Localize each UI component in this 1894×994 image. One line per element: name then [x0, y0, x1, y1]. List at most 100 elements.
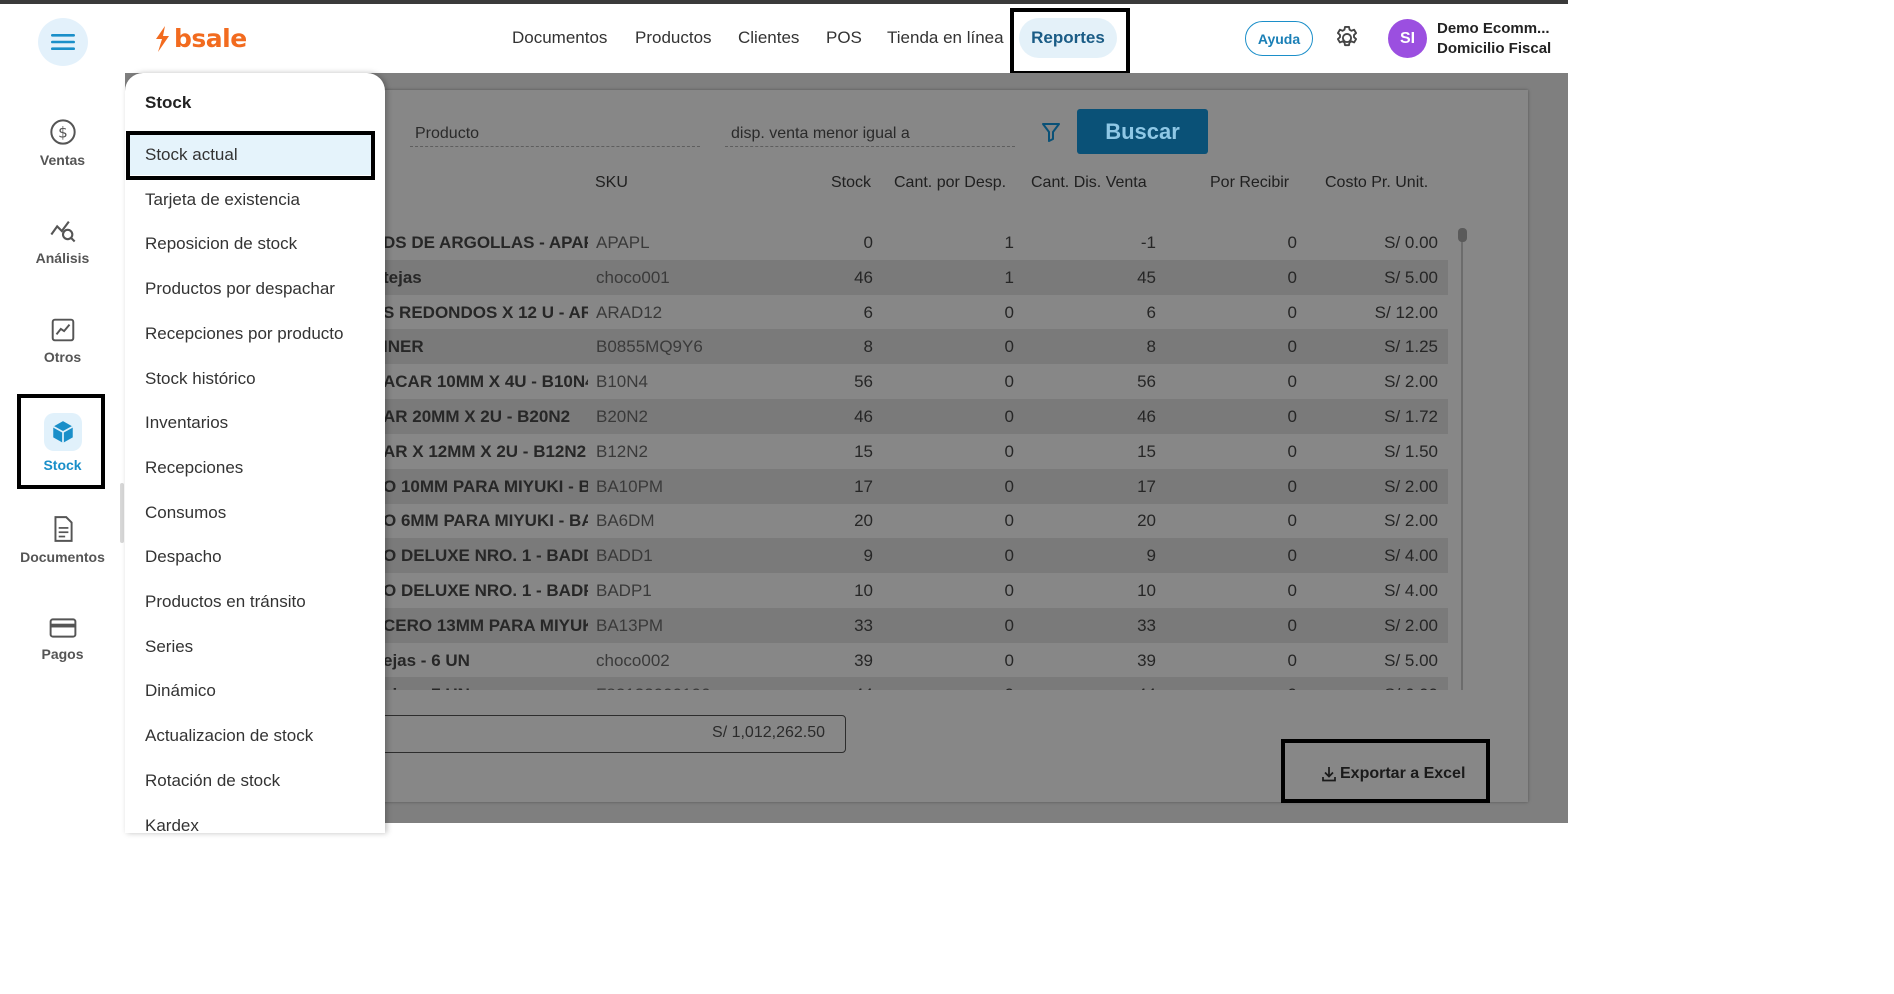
dropdown-item[interactable]: Stock histórico [145, 369, 256, 389]
table-row[interactable]: O DELUXE NRO. 1 - BADD1 BADD1 9 0 9 0 S/ 4.00 [385, 538, 1448, 574]
table-row[interactable]: AR X 12MM X 2U - B12N2 B12N2 15 0 15 0 S/ 1.50 [385, 434, 1448, 469]
table-scrollbar-track[interactable] [1461, 240, 1463, 690]
cell-stock: 8 [863, 337, 873, 357]
cell-product-name: O 10MM PARA MIYUKI - BA [385, 476, 588, 496]
cell-costo: S/ 5.00 [1384, 650, 1438, 670]
table-scrollbar-thumb[interactable] [1458, 228, 1467, 242]
hamburger-menu-button[interactable] [38, 18, 88, 66]
cell-cant-dis-venta: 46 [1137, 407, 1156, 426]
cell-cant-dis-venta: 39 [1137, 650, 1156, 670]
filter-icon[interactable] [1042, 122, 1060, 142]
table-row[interactable]: ejas - 6 UN choco002 39 0 39 0 S/ 5.00 [385, 643, 1448, 678]
nav-documentos[interactable]: Documentos [512, 28, 607, 48]
sidebar-item-pagos[interactable]: Pagos [0, 616, 125, 662]
table-row[interactable]: O DELUXE NRO. 1 - BADP1 BADP1 10 0 10 0 S/ 4.0… [385, 573, 1448, 608]
cell-por-recibir: 0 [1287, 511, 1297, 531]
top-navigation-bar: bsale Documentos Productos Clientes POS … [0, 4, 1568, 75]
disp-venta-filter-underline [725, 146, 1015, 147]
cell-cant-por-desp: 0 [1004, 650, 1014, 670]
column-header-cant-dis-venta[interactable]: Cant. Dis. Venta [1031, 174, 1147, 192]
cell-cant-por-desp: 0 [1004, 407, 1014, 426]
column-header-costo[interactable]: Costo Pr. Unit. [1325, 174, 1428, 192]
cell-sku: B20N2 [596, 407, 648, 426]
dropdown-item[interactable]: Series [145, 637, 193, 657]
dropdown-item[interactable]: Inventarios [145, 413, 228, 433]
column-header-cant-por-desp[interactable]: Cant. por Desp. [894, 174, 1006, 192]
table-row[interactable]: CERO 13MM PARA MIYUKI BA13PM 33 0 33 0 S/ 2.00 [385, 607, 1448, 643]
dropdown-item[interactable]: Tarjeta de existencia [145, 190, 300, 210]
sidebar-label-ventas: Ventas [39, 152, 86, 168]
cell-product-name: O 6MM PARA MIYUKI - BA6 [385, 511, 588, 531]
dropdown-item[interactable]: Actualizacion de stock [145, 726, 313, 746]
dropdown-item[interactable]: Dinámico [145, 681, 216, 701]
table-row[interactable]: ACAR 10MM X 4U - B10N4 B10N4 56 0 56 0 S/ 2.00 [385, 364, 1448, 399]
cell-cant-por-desp: 0 [1004, 546, 1014, 566]
dropdown-item[interactable]: Consumos [145, 503, 226, 523]
nav-pos[interactable]: POS [826, 28, 862, 48]
cell-cant-dis-venta: -1 [1140, 233, 1156, 252]
cell-cant-por-desp: 1 [1004, 267, 1014, 287]
producto-filter-input[interactable]: Producto [415, 125, 479, 143]
sidebar-item-documentos[interactable]: Documentos [0, 515, 125, 565]
cell-por-recibir: 0 [1287, 407, 1297, 426]
disp-venta-filter-input[interactable]: disp. venta menor igual a [731, 125, 910, 143]
bsale-logo[interactable]: bsale [152, 24, 247, 53]
column-header-por-recibir[interactable]: Por Recibir [1210, 174, 1289, 192]
column-header-stock[interactable]: Stock [831, 174, 871, 192]
dropdown-item[interactable]: Productos por despachar [145, 279, 335, 299]
cell-costo: S/ 4.00 [1384, 546, 1438, 566]
user-name[interactable]: Demo Ecomm... [1437, 20, 1550, 37]
dropdown-item[interactable]: Rotación de stock [145, 771, 280, 791]
column-header-sku[interactable]: SKU [595, 174, 628, 192]
cell-stock: 15 [854, 441, 873, 461]
cell-costo: S/ 0.00 [1384, 233, 1438, 252]
table-row[interactable]: O 10MM PARA MIYUKI - BA BA10PM 17 0 17 0 S/ 2.… [385, 468, 1448, 504]
dropdown-item[interactable]: Productos en tránsito [145, 592, 306, 612]
nav-clientes[interactable]: Clientes [738, 28, 799, 48]
total-value: S/ 1,012,262.50 [712, 724, 825, 741]
table-row[interactable]: ejas - 7 UN F82133000106 44 0 44 0 S/ 6.00 [385, 677, 1448, 690]
cell-stock: 46 [854, 267, 873, 287]
cell-cant-dis-venta: 15 [1137, 441, 1156, 461]
user-branch[interactable]: Domicilio Fiscal [1437, 40, 1551, 57]
bsale-logo-icon [156, 25, 169, 52]
sidebar-item-otros[interactable]: Otros [0, 317, 125, 365]
cell-por-recibir: 0 [1287, 267, 1297, 287]
dropdown-item[interactable]: Despacho [145, 547, 222, 567]
dropdown-item[interactable]: Recepciones por producto [145, 324, 343, 344]
table-row[interactable]: O 6MM PARA MIYUKI - BA6 BA6DM 20 0 20 0 S/ 2.0… [385, 503, 1448, 538]
sidebar-item-analisis[interactable]: Análisis [0, 218, 125, 266]
sidebar-label-pagos: Pagos [41, 646, 84, 662]
sidebar-label-analisis: Análisis [35, 250, 90, 266]
stock-dropdown-menu: Stock Stock actual Tarjeta de existencia R… [125, 73, 385, 836]
table-row[interactable]: DS DE ARGOLLAS - APAPL APAPL 0 1 -1 0 S/ 0.00 [385, 225, 1448, 260]
table-row[interactable]: AR 20MM X 2U - B20N2 B20N2 46 0 46 0 S/ 1.72 [385, 399, 1448, 434]
cell-por-recibir: 0 [1287, 546, 1297, 566]
dropdown-item[interactable]: Recepciones [145, 458, 243, 478]
logo-text: bsale [174, 24, 247, 53]
table-row[interactable]: INER B0855MQ9Y6 8 0 8 0 S/ 1.25 [385, 329, 1448, 365]
stock-table-body: DS DE ARGOLLAS - APAPL APAPL 0 1 -1 0 S/ 0.00 t… [385, 225, 1448, 690]
table-row[interactable]: tejas choco001 46 1 45 0 S/ 5.00 [385, 259, 1448, 295]
dropdown-item[interactable]: Kardex [145, 816, 199, 836]
credit-card-icon [49, 618, 76, 638]
user-avatar[interactable]: SI [1388, 19, 1427, 58]
nav-tienda-en-linea[interactable]: Tienda en línea [887, 28, 1004, 48]
buscar-button[interactable]: Buscar [1077, 109, 1208, 154]
cell-costo: S/ 2.00 [1384, 476, 1438, 496]
chart-box-icon [51, 318, 74, 342]
sidebar-item-ventas[interactable]: $ Ventas [0, 118, 125, 168]
settings-button[interactable] [1333, 24, 1361, 57]
cell-sku: choco001 [596, 267, 670, 287]
dropdown-item[interactable]: Reposicion de stock [145, 234, 297, 254]
cell-sku: BADP1 [596, 581, 652, 600]
table-row[interactable]: S REDONDOS X 12 U - ARA ARAD12 6 0 6 0 S/ 12.0… [385, 295, 1448, 330]
cell-por-recibir: 0 [1287, 337, 1297, 357]
cell-cant-por-desp: 0 [1004, 302, 1014, 322]
help-button[interactable]: Ayuda [1245, 21, 1313, 56]
cell-product-name: ACAR 10MM X 4U - B10N4 [385, 372, 588, 392]
sidebar-scrollbar[interactable] [120, 483, 124, 543]
cell-costo: S/ 2.00 [1384, 615, 1438, 635]
cell-product-name: ejas - 7 UN [385, 685, 588, 690]
nav-productos[interactable]: Productos [635, 28, 712, 48]
